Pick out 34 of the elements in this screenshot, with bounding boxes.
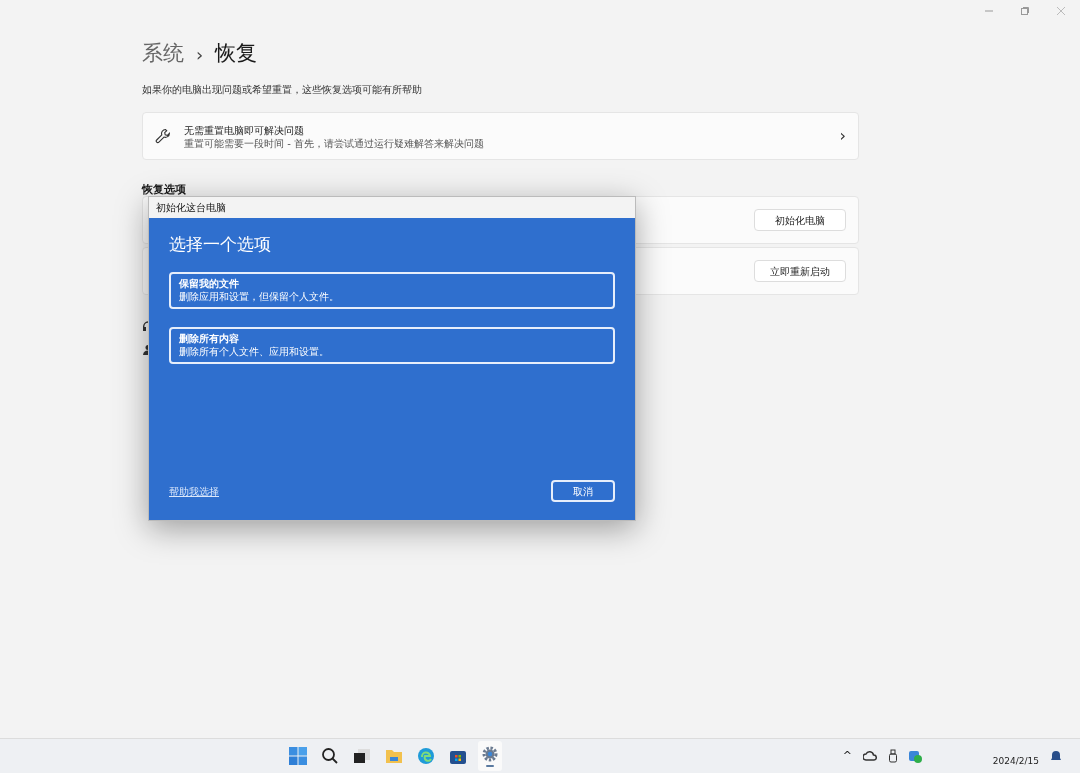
chevron-icon: › bbox=[839, 124, 846, 148]
start-icon[interactable] bbox=[289, 747, 307, 765]
task-view-icon[interactable] bbox=[353, 747, 371, 765]
search-icon[interactable] bbox=[321, 747, 339, 765]
card-title: 无需重置电脑即可解决问题 bbox=[184, 123, 305, 138]
browser-icon[interactable] bbox=[417, 747, 435, 765]
tray-chevron[interactable]: ^ bbox=[842, 747, 852, 765]
dialog-title: 初始化这台电脑 bbox=[156, 201, 226, 215]
gear-icon[interactable] bbox=[481, 745, 499, 763]
breadcrumb-separator: › bbox=[196, 42, 204, 67]
option-button[interactable]: 保留我的文件 删除应用和设置，但保留个人文件。 bbox=[169, 271, 615, 309]
shield-check-icon[interactable] bbox=[908, 749, 922, 763]
person-icon bbox=[143, 344, 148, 355]
active-indicator bbox=[486, 765, 494, 767]
folder-icon[interactable] bbox=[385, 747, 403, 765]
troubleshoot-card[interactable]: 无需重置电脑即可解决问题 重置可能需要一段时间 - 首先，请尝试通过运行疑难解答来解决问题 › bbox=[142, 112, 859, 160]
action-button[interactable]: 立即重新启动 bbox=[754, 260, 846, 282]
dialog-heading: 选择一个选项 bbox=[169, 233, 272, 256]
option-button[interactable]: 删除所有内容 删除所有个人文件、应用和设置。 bbox=[169, 326, 615, 364]
notification-icon[interactable] bbox=[1050, 750, 1062, 762]
page-subtitle: 如果你的电脑出现问题或希望重置，这些恢复选项可能有所帮助 bbox=[142, 83, 423, 96]
restore-icon[interactable] bbox=[1020, 6, 1030, 16]
page-title: 恢复 bbox=[215, 40, 258, 68]
action-button[interactable]: 初始化电脑 bbox=[754, 209, 846, 231]
cloud-icon[interactable] bbox=[862, 750, 877, 762]
section-title: 恢复选项 bbox=[142, 182, 187, 196]
help-link[interactable]: 帮助我选择 bbox=[169, 483, 219, 499]
card-description: 重置可能需要一段时间 - 首先，请尝试通过运行疑难解答来解决问题 bbox=[184, 137, 485, 150]
cancel-button[interactable]: 取消 bbox=[551, 480, 615, 502]
headset-icon bbox=[143, 321, 148, 332]
wrench-icon bbox=[155, 128, 171, 144]
tray-date[interactable]: 2024/2/15 bbox=[992, 755, 1039, 769]
usb-drive-icon[interactable] bbox=[887, 749, 898, 763]
breadcrumb-parent[interactable]: 系统 bbox=[142, 38, 184, 70]
